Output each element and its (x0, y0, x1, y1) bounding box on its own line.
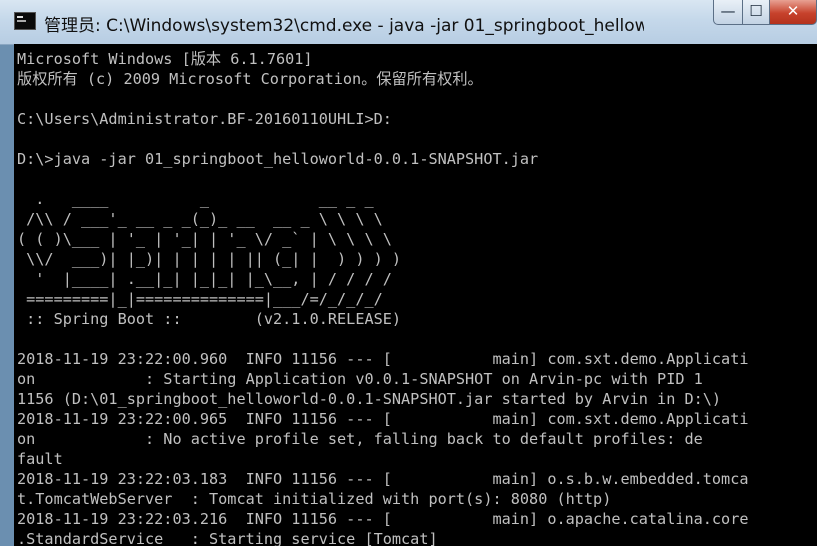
banner-line: ( ( )\___ | '_ | '_| | '_ \/ _` | \ \ \ … (17, 230, 392, 248)
maximize-button[interactable]: ☐ (743, 0, 770, 25)
banner-line: \\/ ___)| |_)| | | | | || (_| | ) ) ) ) (17, 250, 402, 268)
banner-line: ' |____| .__|_| |_|_| |_\__, | / / / / (17, 270, 392, 288)
window-title: 管理员: C:\Windows\system32\cmd.exe - java … (44, 16, 644, 36)
log-line: on : No active profile set, falling back… (17, 430, 703, 448)
title-bar[interactable]: 管理员: C:\Windows\system32\cmd.exe - java … (0, 0, 817, 45)
close-button[interactable]: ✕ (770, 0, 817, 25)
log-line: 2018-11-19 23:22:00.960 INFO 11156 --- [… (17, 350, 749, 368)
log-line: on : Starting Application v0.0.1-SNAPSHO… (17, 370, 703, 388)
log-line: t.TomcatWebServer : Tomcat initialized w… (17, 490, 612, 508)
log-line: 2018-11-19 23:22:00.965 INFO 11156 --- [… (17, 410, 749, 428)
log-line: .StandardService : Starting service [Tom… (17, 530, 438, 546)
minimize-button[interactable]: — (713, 0, 743, 25)
log-line: 2018-11-19 23:22:03.216 INFO 11156 --- [… (17, 510, 749, 528)
log-line: fault (17, 450, 63, 468)
banner-line: /\\ / ___'_ __ _ _(_)_ __ __ _ \ \ \ \ (17, 210, 383, 228)
banner-line: =========|_|==============|___/=/_/_/_/ (17, 290, 383, 308)
cmd-window: 管理员: C:\Windows\system32\cmd.exe - java … (0, 0, 817, 546)
log-line: 2018-11-19 23:22:03.183 INFO 11156 --- [… (17, 470, 749, 488)
banner-line: . ____ _ __ _ _ (17, 190, 374, 208)
console-area[interactable]: Microsoft Windows [版本 6.1.7601] 版权所有 (c)… (14, 44, 817, 546)
console-line: 版权所有 (c) 2009 Microsoft Corporation。保留所有… (17, 70, 483, 88)
cmd-icon[interactable] (14, 12, 36, 30)
log-line: 1156 (D:\01_springboot_helloworld-0.0.1-… (17, 390, 722, 408)
banner-line: :: Spring Boot :: (v2.1.0.RELEASE) (17, 310, 402, 328)
console-output: Microsoft Windows [版本 6.1.7601] 版权所有 (c)… (14, 44, 817, 546)
console-line: C:\Users\Administrator.BF-20160110UHLI>D… (17, 110, 392, 128)
console-line: Microsoft Windows [版本 6.1.7601] (17, 50, 313, 68)
console-line: D:\>java -jar 01_springboot_helloworld-0… (17, 150, 539, 168)
window-controls: — ☐ ✕ (713, 0, 817, 26)
